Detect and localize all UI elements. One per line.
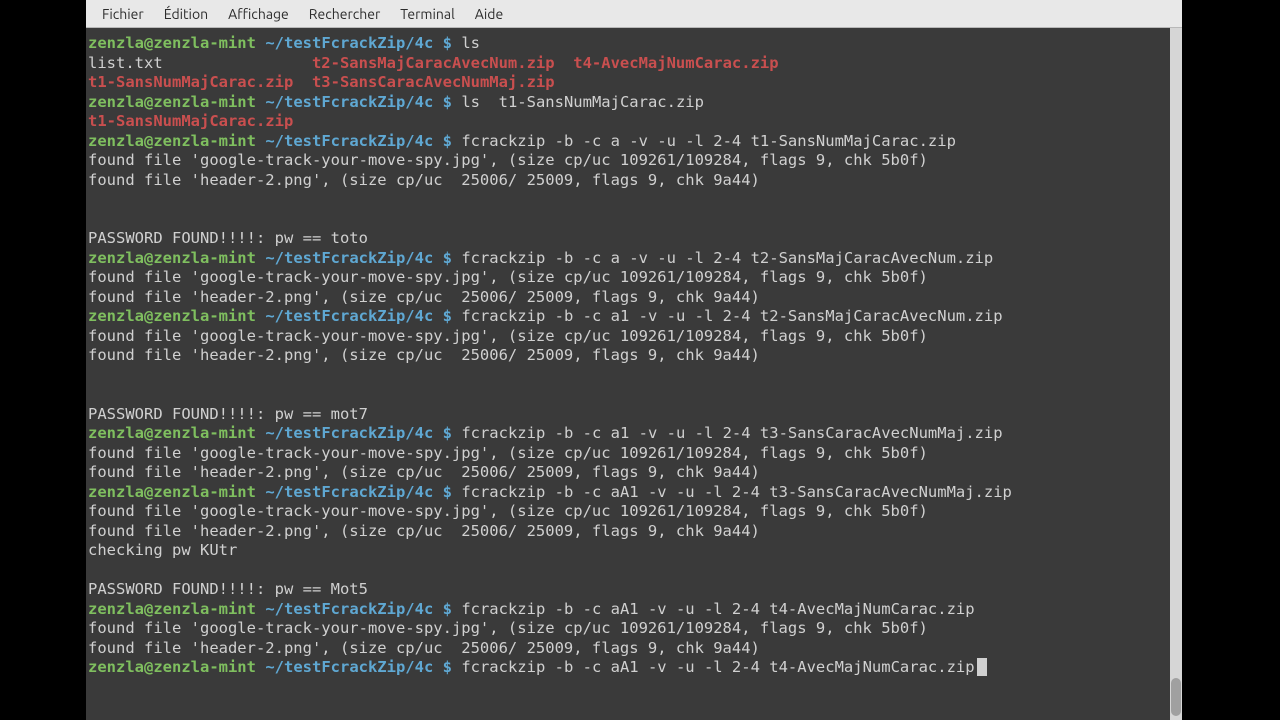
menu-rechercher[interactable]: Rechercher: [299, 2, 390, 26]
output-line: found file 'google-track-your-move-spy.j…: [88, 151, 1180, 171]
output-line: found file 'header-2.png', (size cp/uc 2…: [88, 463, 1180, 483]
cursor: [977, 658, 987, 676]
command-line: zenzla@zenzla-mint ~/testFcrackZip/4c $ …: [88, 34, 1180, 54]
command-text: fcrackzip -b -c a1 -v -u -l 2-4 t2-SansM…: [461, 307, 1002, 325]
blank-line: [88, 561, 1180, 581]
prompt-user: zenzla@zenzla-mint: [88, 658, 256, 676]
blank-line: [88, 366, 1180, 386]
prompt-path: ~/testFcrackZip/4c $: [265, 658, 452, 676]
command-line: zenzla@zenzla-mint ~/testFcrackZip/4c $ …: [88, 483, 1180, 503]
ls-output-line: list.txt t2-SansMajCaracAvecNum.zip t4-A…: [88, 54, 1180, 74]
prompt-path: ~/testFcrackZip/4c $: [265, 483, 452, 501]
output-line: PASSWORD FOUND!!!!: pw == mot7: [88, 405, 1180, 425]
output-line: found file 'google-track-your-move-spy.j…: [88, 619, 1180, 639]
command-line: zenzla@zenzla-mint ~/testFcrackZip/4c $ …: [88, 424, 1180, 444]
prompt-user: zenzla@zenzla-mint: [88, 483, 256, 501]
output-line: found file 'google-track-your-move-spy.j…: [88, 444, 1180, 464]
command-text: ls t1-SansNumMajCarac.zip: [461, 93, 704, 111]
menubar: Fichier Édition Affichage Rechercher Ter…: [86, 0, 1182, 28]
output-line: found file 'header-2.png', (size cp/uc 2…: [88, 171, 1180, 191]
prompt-user: zenzla@zenzla-mint: [88, 424, 256, 442]
output-line: found file 'header-2.png', (size cp/uc 2…: [88, 288, 1180, 308]
output-line: found file 'google-track-your-move-spy.j…: [88, 268, 1180, 288]
command-text: fcrackzip -b -c aA1 -v -u -l 2-4 t4-Avec…: [461, 600, 974, 618]
prompt-user: zenzla@zenzla-mint: [88, 93, 256, 111]
prompt-user: zenzla@zenzla-mint: [88, 34, 256, 52]
output-line: found file 'header-2.png', (size cp/uc 2…: [88, 522, 1180, 542]
command-text: fcrackzip -b -c aA1 -v -u -l 2-4 t4-Avec…: [461, 658, 974, 676]
output-line: found file 'google-track-your-move-spy.j…: [88, 327, 1180, 347]
ls-output-line: t1-SansNumMajCarac.zip t3-SansCaracAvecN…: [88, 73, 1180, 93]
output-line: found file 'google-track-your-move-spy.j…: [88, 502, 1180, 522]
prompt-path: ~/testFcrackZip/4c $: [265, 249, 452, 267]
command-line: zenzla@zenzla-mint ~/testFcrackZip/4c $ …: [88, 249, 1180, 269]
output-line: PASSWORD FOUND!!!!: pw == toto: [88, 229, 1180, 249]
blank-line: [88, 190, 1180, 210]
menu-terminal[interactable]: Terminal: [390, 2, 465, 26]
prompt-path: ~/testFcrackZip/4c $: [265, 34, 452, 52]
scrollbar-thumb[interactable]: [1171, 678, 1181, 716]
output-line: found file 'header-2.png', (size cp/uc 2…: [88, 346, 1180, 366]
command-text: fcrackzip -b -c a1 -v -u -l 2-4 t3-SansC…: [461, 424, 1002, 442]
command-text: fcrackzip -b -c a -v -u -l 2-4 t2-SansMa…: [461, 249, 993, 267]
command-text: ls: [461, 34, 480, 52]
prompt-user: zenzla@zenzla-mint: [88, 132, 256, 150]
prompt-path: ~/testFcrackZip/4c $: [265, 93, 452, 111]
prompt-path: ~/testFcrackZip/4c $: [265, 424, 452, 442]
command-line: zenzla@zenzla-mint ~/testFcrackZip/4c $ …: [88, 307, 1180, 327]
menu-edition[interactable]: Édition: [154, 2, 218, 26]
command-line: zenzla@zenzla-mint ~/testFcrackZip/4c $ …: [88, 93, 1180, 113]
command-line: zenzla@zenzla-mint ~/testFcrackZip/4c $ …: [88, 132, 1180, 152]
scrollbar-track[interactable]: [1170, 28, 1182, 720]
blank-line: [88, 210, 1180, 230]
terminal-output[interactable]: zenzla@zenzla-mint ~/testFcrackZip/4c $ …: [86, 28, 1182, 720]
menu-affichage[interactable]: Affichage: [218, 2, 299, 26]
prompt-user: zenzla@zenzla-mint: [88, 307, 256, 325]
output-line: t1-SansNumMajCarac.zip: [88, 112, 1180, 132]
command-line: zenzla@zenzla-mint ~/testFcrackZip/4c $ …: [88, 600, 1180, 620]
output-line: checking pw KUtr: [88, 541, 1180, 561]
command-text: fcrackzip -b -c a -v -u -l 2-4 t1-SansNu…: [461, 132, 956, 150]
terminal-window: Fichier Édition Affichage Rechercher Ter…: [86, 0, 1182, 720]
prompt-path: ~/testFcrackZip/4c $: [265, 132, 452, 150]
blank-line: [88, 385, 1180, 405]
menu-fichier[interactable]: Fichier: [92, 2, 154, 26]
output-line: found file 'header-2.png', (size cp/uc 2…: [88, 639, 1180, 659]
command-text: fcrackzip -b -c aA1 -v -u -l 2-4 t3-Sans…: [461, 483, 1012, 501]
command-line-active[interactable]: zenzla@zenzla-mint ~/testFcrackZip/4c $ …: [88, 658, 1180, 678]
prompt-user: zenzla@zenzla-mint: [88, 249, 256, 267]
output-line: PASSWORD FOUND!!!!: pw == Mot5: [88, 580, 1180, 600]
prompt-path: ~/testFcrackZip/4c $: [265, 307, 452, 325]
prompt-path: ~/testFcrackZip/4c $: [265, 600, 452, 618]
prompt-user: zenzla@zenzla-mint: [88, 600, 256, 618]
menu-aide[interactable]: Aide: [465, 2, 513, 26]
